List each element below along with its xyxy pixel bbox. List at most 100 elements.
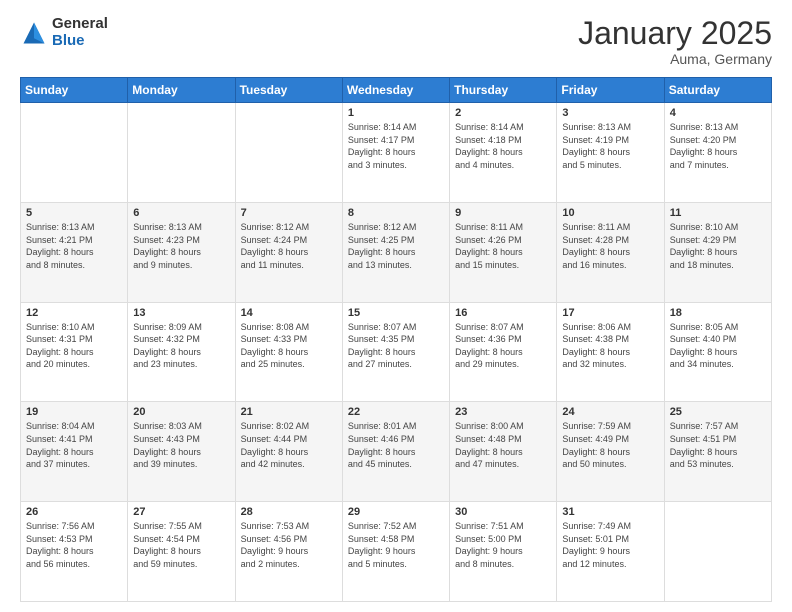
weekday-header-row: SundayMondayTuesdayWednesdayThursdayFrid…	[21, 78, 772, 103]
calendar-cell	[21, 103, 128, 203]
day-number: 18	[670, 307, 766, 319]
day-info: Sunrise: 8:00 AM Sunset: 4:48 PM Dayligh…	[455, 420, 551, 470]
week-row-5: 26Sunrise: 7:56 AM Sunset: 4:53 PM Dayli…	[21, 502, 772, 602]
calendar-cell: 24 Sunrise: 7:59 AM Sunset: 4:49 PM Dayli…	[557, 402, 664, 502]
day-info: Sunrise: 8:13 AM Sunset: 4:19 PM Dayligh…	[562, 121, 658, 171]
calendar-cell: 2Sunrise: 8:14 AM Sunset: 4:18 PM Daylig…	[450, 103, 557, 203]
day-info: Sunrise: 8:10 AM Sunset: 4:29 PM Dayligh…	[670, 221, 766, 271]
day-number: 29	[348, 506, 444, 518]
calendar-cell: 28Sunrise: 7:53 AM Sunset: 4:56 PM Dayli…	[235, 502, 342, 602]
header: General Blue January 2025 Auma, Germany	[20, 16, 772, 67]
calendar-cell: 23 Sunrise: 8:00 AM Sunset: 4:48 PM Dayli…	[450, 402, 557, 502]
day-number: 1	[348, 107, 444, 119]
day-info: Sunrise: 8:12 AM Sunset: 4:24 PM Dayligh…	[241, 221, 337, 271]
calendar-cell: 6 Sunrise: 8:13 AM Sunset: 4:23 PM Daylig…	[128, 202, 235, 302]
calendar-table: SundayMondayTuesdayWednesdayThursdayFrid…	[20, 77, 772, 602]
day-number: 16	[455, 307, 551, 319]
calendar-cell: 16 Sunrise: 8:07 AM Sunset: 4:36 PM Dayli…	[450, 302, 557, 402]
weekday-header-saturday: Saturday	[664, 78, 771, 103]
week-row-2: 5Sunrise: 8:13 AM Sunset: 4:21 PM Daylig…	[21, 202, 772, 302]
day-number: 15	[348, 307, 444, 319]
day-number: 2	[455, 107, 551, 119]
day-number: 24	[562, 406, 658, 418]
calendar-cell: 10 Sunrise: 8:11 AM Sunset: 4:28 PM Dayli…	[557, 202, 664, 302]
day-number: 12	[26, 307, 122, 319]
logo-text: General Blue	[52, 16, 108, 49]
day-number: 22	[348, 406, 444, 418]
weekday-header-thursday: Thursday	[450, 78, 557, 103]
calendar-cell: 27Sunrise: 7:55 AM Sunset: 4:54 PM Dayli…	[128, 502, 235, 602]
day-info: Sunrise: 8:14 AM Sunset: 4:17 PM Dayligh…	[348, 121, 444, 171]
day-info: Sunrise: 7:52 AM Sunset: 4:58 PM Dayligh…	[348, 520, 444, 570]
calendar-cell: 20 Sunrise: 8:03 AM Sunset: 4:43 PM Dayli…	[128, 402, 235, 502]
calendar-cell: 7 Sunrise: 8:12 AM Sunset: 4:24 PM Daylig…	[235, 202, 342, 302]
day-number: 26	[26, 506, 122, 518]
day-info: Sunrise: 8:01 AM Sunset: 4:46 PM Dayligh…	[348, 420, 444, 470]
day-number: 9	[455, 207, 551, 219]
calendar-cell: 5Sunrise: 8:13 AM Sunset: 4:21 PM Daylig…	[21, 202, 128, 302]
day-info: Sunrise: 8:13 AM Sunset: 4:20 PM Dayligh…	[670, 121, 766, 171]
day-number: 8	[348, 207, 444, 219]
calendar-cell: 21Sunrise: 8:02 AM Sunset: 4:44 PM Dayli…	[235, 402, 342, 502]
calendar-cell: 31 Sunrise: 7:49 AM Sunset: 5:01 PM Dayli…	[557, 502, 664, 602]
day-info: Sunrise: 7:59 AM Sunset: 4:49 PM Dayligh…	[562, 420, 658, 470]
calendar-cell: 29 Sunrise: 7:52 AM Sunset: 4:58 PM Dayli…	[342, 502, 449, 602]
calendar-cell	[664, 502, 771, 602]
day-number: 10	[562, 207, 658, 219]
day-number: 6	[133, 207, 229, 219]
day-info: Sunrise: 8:03 AM Sunset: 4:43 PM Dayligh…	[133, 420, 229, 470]
calendar-cell: 12 Sunrise: 8:10 AM Sunset: 4:31 PM Dayli…	[21, 302, 128, 402]
calendar-cell: 8 Sunrise: 8:12 AM Sunset: 4:25 PM Daylig…	[342, 202, 449, 302]
day-info: Sunrise: 8:05 AM Sunset: 4:40 PM Dayligh…	[670, 321, 766, 371]
calendar-cell: 17Sunrise: 8:06 AM Sunset: 4:38 PM Dayli…	[557, 302, 664, 402]
weekday-header-sunday: Sunday	[21, 78, 128, 103]
title-block: January 2025 Auma, Germany	[578, 16, 772, 67]
day-info: Sunrise: 7:49 AM Sunset: 5:01 PM Dayligh…	[562, 520, 658, 570]
day-number: 30	[455, 506, 551, 518]
logo-general: General	[52, 16, 108, 33]
calendar-cell: 4 Sunrise: 8:13 AM Sunset: 4:20 PM Daylig…	[664, 103, 771, 203]
day-info: Sunrise: 8:06 AM Sunset: 4:38 PM Dayligh…	[562, 321, 658, 371]
calendar-cell: 1 Sunrise: 8:14 AM Sunset: 4:17 PM Daylig…	[342, 103, 449, 203]
day-info: Sunrise: 8:07 AM Sunset: 4:36 PM Dayligh…	[455, 321, 551, 371]
day-info: Sunrise: 8:04 AM Sunset: 4:41 PM Dayligh…	[26, 420, 122, 470]
weekday-header-tuesday: Tuesday	[235, 78, 342, 103]
logo-icon	[20, 19, 48, 47]
subtitle: Auma, Germany	[578, 51, 772, 67]
day-number: 4	[670, 107, 766, 119]
calendar-cell	[128, 103, 235, 203]
day-info: Sunrise: 8:13 AM Sunset: 4:21 PM Dayligh…	[26, 221, 122, 271]
calendar-cell: 13Sunrise: 8:09 AM Sunset: 4:32 PM Dayli…	[128, 302, 235, 402]
day-info: Sunrise: 7:57 AM Sunset: 4:51 PM Dayligh…	[670, 420, 766, 470]
calendar-cell: 26Sunrise: 7:56 AM Sunset: 4:53 PM Dayli…	[21, 502, 128, 602]
day-info: Sunrise: 8:13 AM Sunset: 4:23 PM Dayligh…	[133, 221, 229, 271]
day-number: 13	[133, 307, 229, 319]
calendar-cell: 19 Sunrise: 8:04 AM Sunset: 4:41 PM Dayli…	[21, 402, 128, 502]
weekday-header-monday: Monday	[128, 78, 235, 103]
day-info: Sunrise: 8:08 AM Sunset: 4:33 PM Dayligh…	[241, 321, 337, 371]
day-info: Sunrise: 8:12 AM Sunset: 4:25 PM Dayligh…	[348, 221, 444, 271]
calendar-cell: 11Sunrise: 8:10 AM Sunset: 4:29 PM Dayli…	[664, 202, 771, 302]
calendar-cell: 14 Sunrise: 8:08 AM Sunset: 4:33 PM Dayli…	[235, 302, 342, 402]
day-number: 19	[26, 406, 122, 418]
day-number: 14	[241, 307, 337, 319]
day-number: 7	[241, 207, 337, 219]
calendar-cell: 25 Sunrise: 7:57 AM Sunset: 4:51 PM Dayli…	[664, 402, 771, 502]
calendar-cell	[235, 103, 342, 203]
main-title: January 2025	[578, 16, 772, 51]
day-info: Sunrise: 8:10 AM Sunset: 4:31 PM Dayligh…	[26, 321, 122, 371]
day-number: 25	[670, 406, 766, 418]
day-number: 23	[455, 406, 551, 418]
page: General Blue January 2025 Auma, Germany …	[0, 0, 792, 612]
logo-blue: Blue	[52, 33, 108, 50]
day-number: 20	[133, 406, 229, 418]
day-number: 21	[241, 406, 337, 418]
week-row-3: 12 Sunrise: 8:10 AM Sunset: 4:31 PM Dayli…	[21, 302, 772, 402]
logo: General Blue	[20, 16, 108, 49]
calendar-cell: 9Sunrise: 8:11 AM Sunset: 4:26 PM Daylig…	[450, 202, 557, 302]
day-info: Sunrise: 7:55 AM Sunset: 4:54 PM Dayligh…	[133, 520, 229, 570]
calendar-cell: 3Sunrise: 8:13 AM Sunset: 4:19 PM Daylig…	[557, 103, 664, 203]
day-info: Sunrise: 8:11 AM Sunset: 4:28 PM Dayligh…	[562, 221, 658, 271]
calendar-cell: 22 Sunrise: 8:01 AM Sunset: 4:46 PM Dayli…	[342, 402, 449, 502]
day-number: 31	[562, 506, 658, 518]
